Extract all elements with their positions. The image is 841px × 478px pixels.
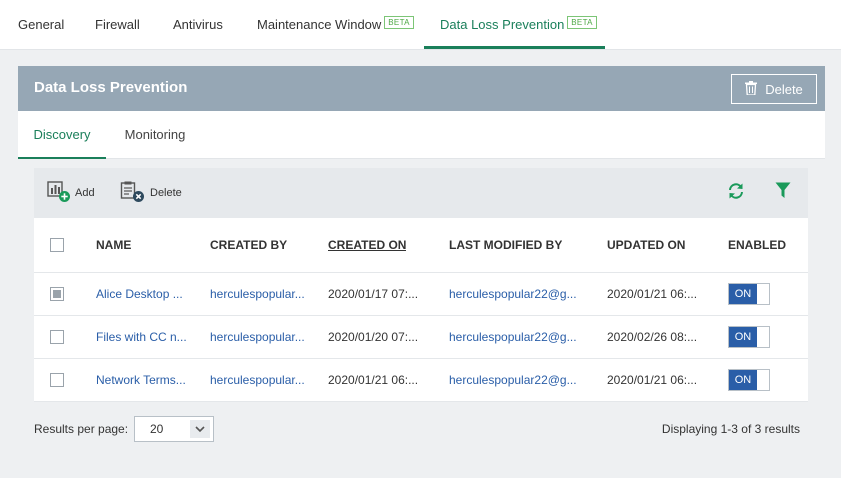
enabled-toggle[interactable]: ON [728,326,770,348]
table-row[interactable]: Alice Desktop ... herculespopular... 202… [34,273,808,316]
modified-by-link[interactable]: herculespopular22@g... [449,359,599,401]
modified-by-link[interactable]: herculespopular22@g... [449,316,599,358]
column-header-last-modified-by[interactable]: LAST MODIFIED BY [449,218,562,272]
add-label: Add [75,187,95,199]
column-header-name[interactable]: NAME [96,218,131,272]
sub-tab-bar: Discovery Monitoring [18,111,825,159]
tab-discovery[interactable]: Discovery [18,111,106,159]
results-per-page-select[interactable]: 20 [134,416,214,442]
updated-on-value: 2020/02/26 08:... [607,330,698,344]
enabled-toggle[interactable]: ON [728,369,770,391]
panel-title: Data Loss Prevention [34,79,188,96]
created-by-link[interactable]: herculespopular... [210,316,322,358]
select-all-checkbox[interactable] [50,238,64,252]
chevron-down-icon [190,420,210,438]
tab-firewall[interactable]: Firewall [95,0,140,49]
enabled-cell: ON [728,359,770,401]
updated-on-value: 2020/01/21 06:... [607,287,698,301]
trash-icon [745,80,758,98]
table-row[interactable]: Files with CC n... herculespopular... 20… [34,316,808,359]
tab-label: General [18,17,65,32]
tab-general[interactable]: General [18,0,64,49]
delete-button[interactable]: Delete [731,74,817,104]
refresh-icon[interactable] [727,182,745,203]
tab-monitoring[interactable]: Monitoring [122,111,188,159]
column-header-enabled[interactable]: ENABLED [728,218,786,272]
results-per-page-value: 20 [150,422,164,436]
tab-antivirus[interactable]: Antivirus [173,0,223,49]
tab-label: Antivirus [173,17,223,32]
tab-label: Monitoring [124,127,186,142]
table-header-row: NAME CREATED BY CREATED ON LAST MODIFIED… [34,218,808,273]
created-on-value: 2020/01/17 07:... [328,287,419,301]
select-all-cell [50,218,64,272]
tab-label: Firewall [95,17,140,32]
table-row[interactable]: Network Terms... herculespopular... 2020… [34,359,808,402]
created-by-link[interactable]: herculespopular... [210,273,322,315]
panel-header: Data Loss Prevention Delete [18,66,825,111]
column-header-created-by[interactable]: CREATED BY [210,218,287,272]
modified-by-link[interactable]: herculespopular22@g... [449,273,599,315]
dlp-panel: Data Loss Prevention Delete Discovery Mo… [18,66,825,472]
row-select-cell [50,316,64,358]
toggle-on-label: ON [729,284,757,304]
toggle-on-label: ON [729,327,757,347]
updated-on-value: 2020/01/21 06:... [607,373,698,387]
enabled-cell: ON [728,273,770,315]
enabled-toggle[interactable]: ON [728,283,770,305]
tab-label: Data Loss Prevention [440,17,565,32]
top-tab-bar: General Firewall Antivirus Maintenance W… [0,0,841,50]
policy-name-link[interactable]: Alice Desktop ... [96,273,204,315]
toggle-on-label: ON [729,370,757,390]
row-checkbox[interactable] [50,287,64,301]
delete-rule-icon [120,181,146,206]
results-summary: Displaying 1-3 of 3 results [661,422,800,436]
row-select-cell [50,359,64,401]
policy-name-link[interactable]: Network Terms... [96,359,204,401]
created-on-value: 2020/01/21 06:... [328,373,419,387]
tab-label: Discovery [33,127,91,142]
column-header-updated-on[interactable]: UPDATED ON [607,218,685,272]
tab-label: Maintenance Window [257,17,382,32]
delete-label: Delete [765,81,803,97]
row-checkbox[interactable] [50,330,64,344]
policy-name-link[interactable]: Files with CC n... [96,316,204,358]
toolbar-delete-button[interactable]: Delete [120,178,182,208]
table-toolbar: Add Delete [34,168,808,218]
results-per-page-label: Results per page: [34,422,129,436]
created-by-link[interactable]: herculespopular... [210,359,322,401]
add-rule-icon [47,180,71,206]
row-checkbox[interactable] [50,373,64,387]
row-select-cell [50,273,64,315]
add-button[interactable]: Add [47,178,95,208]
created-on-value: 2020/01/20 07:... [328,330,419,344]
enabled-cell: ON [728,316,770,358]
beta-badge: BETA [567,16,597,29]
delete-label: Delete [150,187,182,199]
tab-data-loss-prevention[interactable]: Data Loss Prevention BETA [424,0,605,49]
column-header-created-on[interactable]: CREATED ON [328,218,406,272]
filter-icon[interactable] [775,182,791,202]
tab-maintenance-window[interactable]: Maintenance Window BETA [257,0,414,49]
beta-badge: BETA [384,16,414,29]
